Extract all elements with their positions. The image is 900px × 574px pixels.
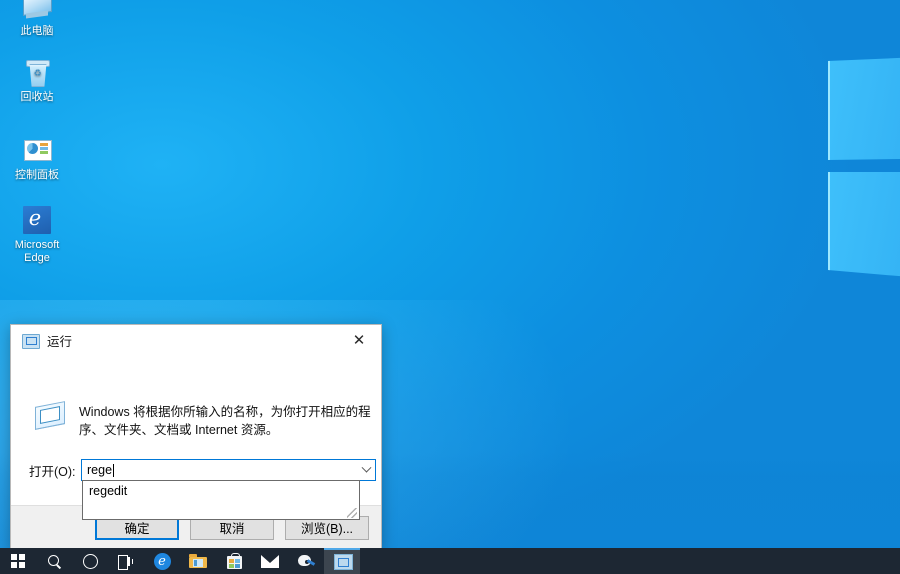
search-icon	[47, 554, 62, 569]
run-dialog-description: Windows 将根据你所输入的名称，为你打开相应的程序、文件夹、文档或 Int…	[79, 403, 371, 439]
desktop-icon-this-pc[interactable]: 此电脑	[0, 0, 74, 38]
run-dialog-titlebar[interactable]: 运行 ✕	[11, 325, 381, 355]
open-field-label: 打开(O):	[29, 461, 81, 480]
run-dialog[interactable]: 运行 ✕ Windows 将根据你所输入的名称，为你打开相应的程序、文件夹、文档…	[10, 324, 382, 550]
run-window-icon	[334, 554, 351, 568]
desktop-icon-microsoft-edge[interactable]: e Microsoft Edge	[0, 204, 74, 265]
windows-logo-icon	[11, 554, 26, 569]
folder-icon	[189, 554, 207, 568]
run-open-row: 打开(O): rege	[11, 459, 381, 481]
control-panel-icon	[21, 134, 53, 166]
cortana-circle-icon	[83, 554, 98, 569]
desktop-icon-label: 控制面板	[0, 169, 74, 182]
windows-logo-wallpaper-icon	[828, 55, 900, 287]
text-caret	[113, 464, 114, 477]
run-command-combobox[interactable]: rege	[81, 459, 376, 481]
edge-icon: e	[21, 204, 53, 236]
store-bag-icon	[227, 553, 242, 569]
computer-icon	[21, 0, 53, 22]
run-taskbar-button[interactable]	[324, 548, 360, 574]
screen: 此电脑 ♻ 回收站 控制面板 e Microsoft Edge	[0, 0, 900, 574]
start-button[interactable]	[0, 548, 36, 574]
desktop-icon-label-line2: Edge	[0, 252, 74, 265]
task-view-button[interactable]	[108, 548, 144, 574]
run-command-input[interactable]: rege	[87, 463, 112, 477]
run-command-dropdown-list[interactable]: regedit	[82, 480, 360, 520]
run-dialog-body: Windows 将根据你所输入的名称，为你打开相应的程序、文件夹、文档或 Int…	[11, 355, 381, 505]
task-view-icon	[118, 555, 134, 568]
paint-taskbar-button[interactable]	[288, 548, 324, 574]
close-icon[interactable]: ✕	[337, 325, 381, 355]
run-window-icon	[22, 334, 38, 347]
desktop-icon-recycle-bin[interactable]: ♻ 回收站	[0, 56, 74, 104]
windows-logo-pane-top	[828, 55, 900, 160]
resize-grip-icon[interactable]	[347, 508, 357, 518]
desktop-icon-label-line1: Microsoft	[0, 239, 74, 252]
mail-envelope-icon	[261, 555, 279, 568]
run-window-icon	[33, 402, 67, 432]
paint-palette-icon	[298, 554, 315, 569]
edge-icon: e	[154, 553, 171, 570]
explorer-taskbar-button[interactable]	[180, 548, 216, 574]
taskbar: e	[0, 548, 900, 574]
mail-taskbar-button[interactable]	[252, 548, 288, 574]
desktop-icon-label: 回收站	[0, 91, 74, 104]
list-item[interactable]: regedit	[83, 481, 359, 500]
cortana-button[interactable]	[72, 548, 108, 574]
chevron-down-icon[interactable]	[357, 460, 375, 480]
edge-taskbar-button[interactable]: e	[144, 548, 180, 574]
desktop-icon-label: 此电脑	[0, 25, 74, 38]
windows-logo-pane-bottom	[828, 172, 900, 287]
recycle-bin-icon: ♻	[21, 56, 53, 88]
desktop-icon-control-panel[interactable]: 控制面板	[0, 134, 74, 182]
search-button[interactable]	[36, 548, 72, 574]
store-taskbar-button[interactable]	[216, 548, 252, 574]
run-dialog-title: 运行	[47, 331, 72, 350]
